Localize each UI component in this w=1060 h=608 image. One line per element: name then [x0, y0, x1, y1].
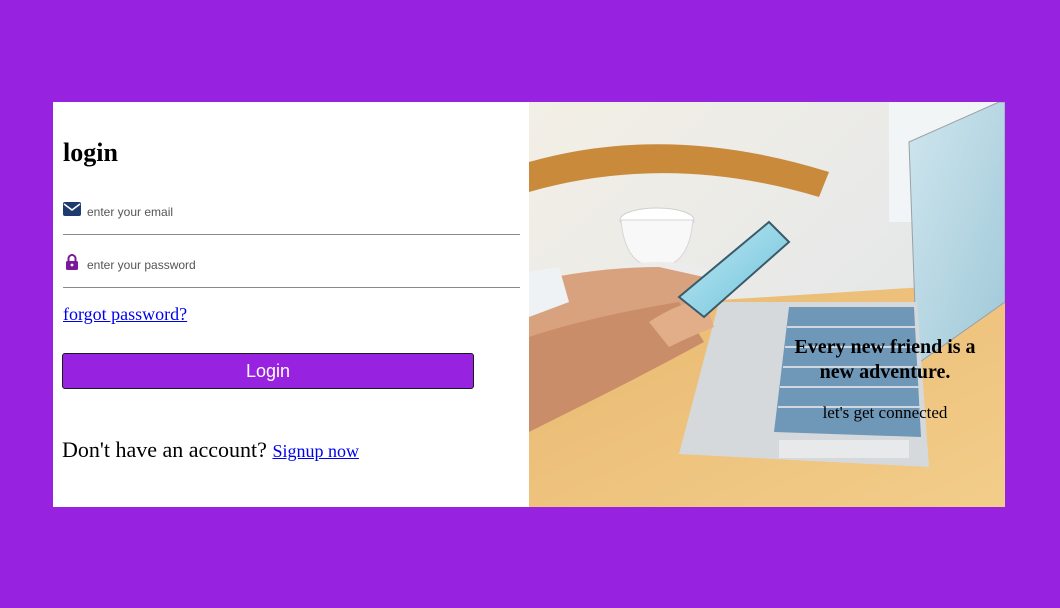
login-form: login forgot password? Login: [53, 102, 529, 507]
email-input[interactable]: [87, 202, 507, 222]
page-title: login: [63, 138, 118, 167]
hero-headline: Every new friend is a new adventure.: [794, 336, 976, 383]
signup-row: Don't have an account? Signup now: [62, 437, 359, 463]
hero-image-panel: Every new friend is a new adventure. let…: [529, 102, 1005, 507]
forgot-password-link[interactable]: forgot password?: [63, 304, 187, 325]
hero-overlay: Every new friend is a new adventure. let…: [779, 335, 991, 423]
email-field-row: [63, 200, 520, 235]
signup-link[interactable]: Signup now: [272, 441, 359, 461]
signup-prompt: Don't have an account?: [62, 437, 267, 462]
lock-icon: [63, 253, 81, 271]
password-input[interactable]: [87, 255, 507, 275]
login-button[interactable]: Login: [62, 353, 474, 389]
hero-photo: [529, 102, 1005, 507]
password-field-row: [63, 253, 520, 288]
login-card: login forgot password? Login: [53, 102, 1005, 507]
envelope-icon: [63, 200, 81, 218]
hero-subtext: let's get connected: [822, 403, 948, 422]
